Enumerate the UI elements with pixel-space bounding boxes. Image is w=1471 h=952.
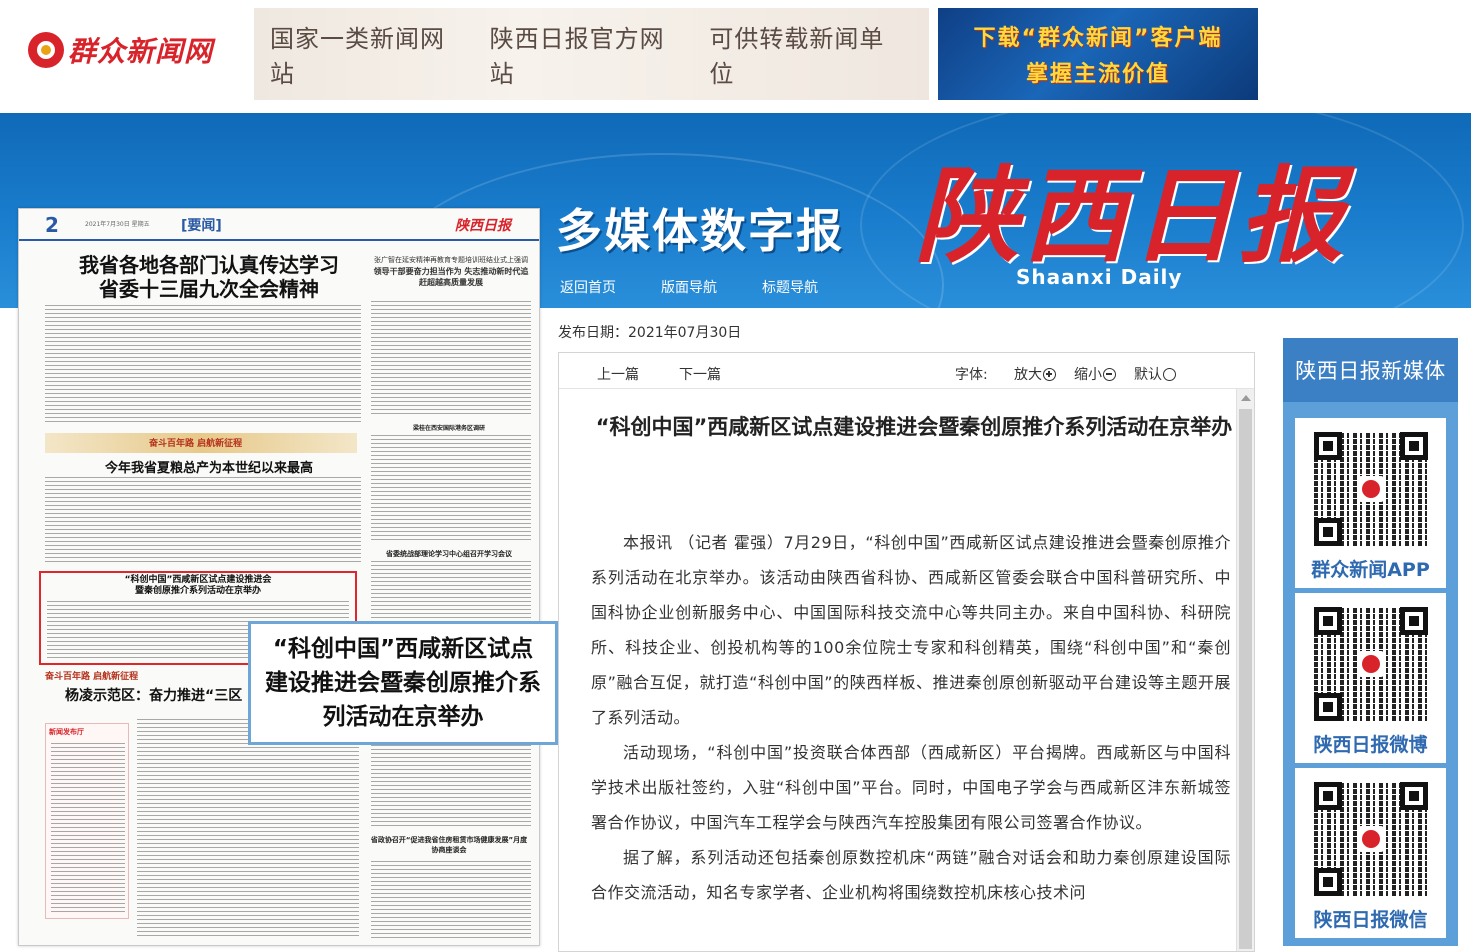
page-headline-mid-3[interactable]: 省政协召开“促进我省住房租赁市场健康发展”月度协商座谈会 <box>369 835 529 855</box>
zoom-default-label: 默认 <box>1134 367 1162 383</box>
page-headline-2[interactable]: 今年我省夏粮总产为本世纪以来最高 <box>59 457 359 476</box>
promo-line-1: 下载“群众新闻”客户端 <box>973 26 1223 51</box>
page-logo: 陕西日报 <box>455 218 511 234</box>
main-nav: 返回首页 版面导航 标题导航 <box>560 277 863 297</box>
text-block <box>371 301 531 417</box>
page-headline-mid-1[interactable]: 梁桂在西安国际港务区调研 <box>369 423 529 432</box>
zoom-in-label: 放大 <box>1014 367 1042 383</box>
article-scrollbar[interactable] <box>1236 389 1254 951</box>
tooltip-text: “科创中国”西咸新区试点建设推进会暨秦创原推介系列活动在京举办 <box>265 636 541 730</box>
zoom-out-button[interactable]: 缩小 <box>1074 364 1116 384</box>
page-headline-1[interactable]: 我省各地各部门认真传达学习 省委十三届九次全会精神 <box>59 253 359 301</box>
new-media-sidebar: 陕西日报新媒体 群众新闻APP 陕西日报微博 陕西日报微信 <box>1283 338 1458 946</box>
qr-label-wechat: 陕西日报微信 <box>1313 909 1428 931</box>
minus-circle-icon <box>1103 367 1116 381</box>
article-hover-tooltip: “科创中国”西咸新区试点建设推进会暨秦创原推介系列活动在京举办 <box>248 621 558 745</box>
text-block <box>371 435 531 543</box>
qr-label-app: 群众新闻APP <box>1311 559 1430 581</box>
page-number: 2 <box>45 213 59 237</box>
page-banner-text: 奋斗百年路 启航新征程 <box>149 439 243 449</box>
text-block <box>45 477 361 565</box>
text-block <box>51 743 125 913</box>
paper-logo: 陕西日报 <box>915 154 1348 277</box>
page-headline-1-line-2: 省委十三届九次全会精神 <box>99 277 319 301</box>
article-paragraph: 本报讯 （记者 霍强）7月29日，“科创中国”西咸新区试点建设推进会暨秦创原推介… <box>591 533 1231 727</box>
newspaper-page-image[interactable]: 2 2021年7月30日 星期五 [要闻] 陕西日报 我省各地各部门认真传达学习… <box>18 208 540 946</box>
page-banner: 奋斗百年路 启航新征程 <box>45 433 357 453</box>
article-body: 本报讯 （记者 霍强）7月29日，“科创中国”西咸新区试点建设推进会暨秦创原推介… <box>591 525 1231 910</box>
qr-code-icon <box>1314 607 1428 721</box>
qr-card-weibo[interactable]: 陕西日报微博 <box>1295 593 1446 763</box>
qr-card-wechat[interactable]: 陕西日报微信 <box>1295 768 1446 938</box>
page-side-headline[interactable]: 张广智在延安精神再教育专题培训班结业式上强调 领导干部要奋力担当作为 失志推动新… <box>371 255 531 288</box>
top-bar: 群众新闻网 国家一类新闻网站 陕西日报官方网站 可供转载新闻单位 下载“群众新闻… <box>0 0 1471 113</box>
article-panel: 上一篇 下一篇 字体: 放大 缩小 默认 “科创中国”西咸新区试点建设推进会暨秦… <box>558 352 1255 952</box>
selected-heading-line-1: “科创中国”西咸新区试点建设推进会 <box>124 575 272 585</box>
logo-emblem-icon <box>28 32 64 68</box>
font-size-label: 字体: <box>955 367 988 383</box>
nav-layout[interactable]: 版面导航 <box>661 277 717 297</box>
circle-icon <box>1163 367 1176 381</box>
scroll-thumb[interactable] <box>1239 409 1252 949</box>
slogan-3: 可供转载新闻单位 <box>709 25 885 88</box>
side-headline-kicker: 张广智在延安精神再教育专题培训班结业式上强调 <box>374 256 528 264</box>
selected-article-heading: “科创中国”西咸新区试点建设推进会 暨秦创原推介系列活动在京举办 <box>41 575 355 597</box>
page-headline-1-line-1: 我省各地各部门认真传达学习 <box>79 253 339 277</box>
slogan-banner[interactable]: 国家一类新闻网站 陕西日报官方网站 可供转载新闻单位 <box>254 8 929 100</box>
text-block <box>371 861 531 941</box>
section-bar-3: 奋斗百年路 启航新征程 <box>45 672 139 682</box>
promo-line-2: 掌握主流价值 <box>1025 62 1170 87</box>
text-block <box>45 305 361 425</box>
publish-date: 发布日期：2021年07月30日 <box>558 325 742 341</box>
article-toolbar: 上一篇 下一篇 字体: 放大 缩小 默认 <box>559 353 1254 389</box>
slogan-1: 国家一类新闻网站 <box>270 25 445 88</box>
article-title: “科创中国”西咸新区试点建设推进会暨秦创原推介系列活动在京举办 <box>595 415 1233 439</box>
news-release-box-title: 新闻发布厅 <box>49 728 84 736</box>
text-block <box>137 719 359 939</box>
qr-code-icon <box>1314 432 1428 546</box>
side-headline-title: 领导干部要奋力担当作为 失志推动新时代追赶超越高质量发展 <box>373 267 529 287</box>
qr-label-weibo: 陕西日报微博 <box>1313 734 1428 756</box>
page-date: 2021年7月30日 星期五 <box>85 221 150 228</box>
nav-headlines[interactable]: 标题导航 <box>762 277 818 297</box>
site-logo[interactable]: 群众新闻网 <box>28 22 213 78</box>
zoom-out-label: 缩小 <box>1074 367 1102 383</box>
zoom-in-button[interactable]: 放大 <box>1014 364 1056 384</box>
sidebar-title: 陕西日报新媒体 <box>1283 338 1458 402</box>
article-paragraph: 活动现场，“科创中国”投资联合体西部（西咸新区）平台揭牌。西咸新区与中国科学技术… <box>591 743 1231 832</box>
slogan-2: 陕西日报官方网站 <box>489 25 665 88</box>
page-headline-3[interactable]: 杨凌示范区：奋力推进“三区 <box>65 685 242 705</box>
selected-heading-line-2: 暨秦创原推介系列活动在京举办 <box>134 586 261 596</box>
page-section: [要闻] <box>181 218 222 234</box>
nav-home[interactable]: 返回首页 <box>560 277 616 297</box>
qr-code-icon <box>1314 782 1428 896</box>
page-header: 2 2021年7月30日 星期五 [要闻] 陕西日报 <box>19 209 539 241</box>
next-article-link[interactable]: 下一篇 <box>679 364 721 384</box>
page-headline-mid-2[interactable]: 省委统战部理论学习中心组召开学习会议 <box>369 549 529 559</box>
plus-circle-icon <box>1043 367 1056 381</box>
app-download-banner[interactable]: 下载“群众新闻”客户端 掌握主流价值 <box>938 8 1258 100</box>
scroll-up-arrow-icon[interactable] <box>1241 395 1251 401</box>
qr-card-app[interactable]: 群众新闻APP <box>1295 418 1446 588</box>
paper-logo-en: Shaanxi Daily <box>1016 265 1183 289</box>
zoom-default-button[interactable]: 默认 <box>1134 364 1176 384</box>
site-logo-text: 群众新闻网 <box>68 35 214 68</box>
prev-article-link[interactable]: 上一篇 <box>597 364 639 384</box>
digital-edition-title: 多媒体数字报 <box>556 204 844 258</box>
article-paragraph: 据了解，系列活动还包括秦创原数控机床“两链”融合对话会和助力秦创原建设国际合作交… <box>591 848 1231 902</box>
